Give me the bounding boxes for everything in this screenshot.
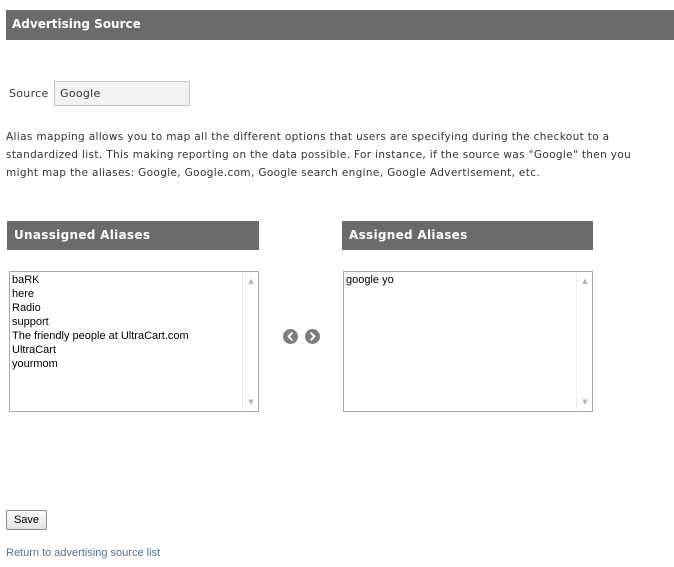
unassigned-scrollbar[interactable]: ▲ ▼ — [242, 272, 258, 411]
assigned-aliases-header: Assigned Aliases — [342, 221, 593, 250]
list-item[interactable]: support — [11, 315, 241, 329]
list-item[interactable]: baRK — [11, 273, 241, 287]
unassigned-aliases-header: Unassigned Aliases — [7, 221, 259, 250]
assigned-scrollbar[interactable]: ▲ ▼ — [576, 272, 592, 411]
scroll-up-arrow-icon[interactable]: ▲ — [577, 273, 593, 289]
page-header: Advertising Source — [6, 10, 674, 40]
move-left-button[interactable] — [283, 329, 298, 344]
scroll-up-arrow-icon[interactable]: ▲ — [243, 273, 259, 289]
unassigned-aliases-list[interactable]: baRK here Radio support The friendly peo… — [9, 271, 259, 412]
chevron-right-circle-icon — [310, 332, 316, 341]
return-to-list-link[interactable]: Return to advertising source list — [6, 547, 160, 559]
assigned-aliases-list[interactable]: google yo ▲ ▼ — [343, 271, 593, 412]
source-input[interactable] — [54, 81, 190, 106]
scroll-down-arrow-icon[interactable]: ▼ — [243, 394, 259, 410]
list-item[interactable]: yourmom — [11, 357, 241, 371]
save-button[interactable]: Save — [6, 510, 47, 530]
list-item[interactable]: Radio — [11, 301, 241, 315]
list-item[interactable]: The friendly people at UltraCart.com — [11, 329, 241, 343]
assigned-aliases-items: google yo — [345, 273, 575, 287]
alias-mapping-description: Alias mapping allows you to map all the … — [6, 131, 632, 179]
chevron-left-circle-icon — [287, 332, 293, 341]
scroll-down-arrow-icon[interactable]: ▼ — [577, 394, 593, 410]
list-item[interactable]: UltraCart — [11, 343, 241, 357]
unassigned-aliases-items: baRK here Radio support The friendly peo… — [11, 273, 241, 371]
source-label: Source — [9, 87, 49, 100]
list-item[interactable]: google yo — [345, 273, 575, 287]
move-right-button[interactable] — [305, 329, 320, 344]
list-item[interactable]: here — [11, 287, 241, 301]
